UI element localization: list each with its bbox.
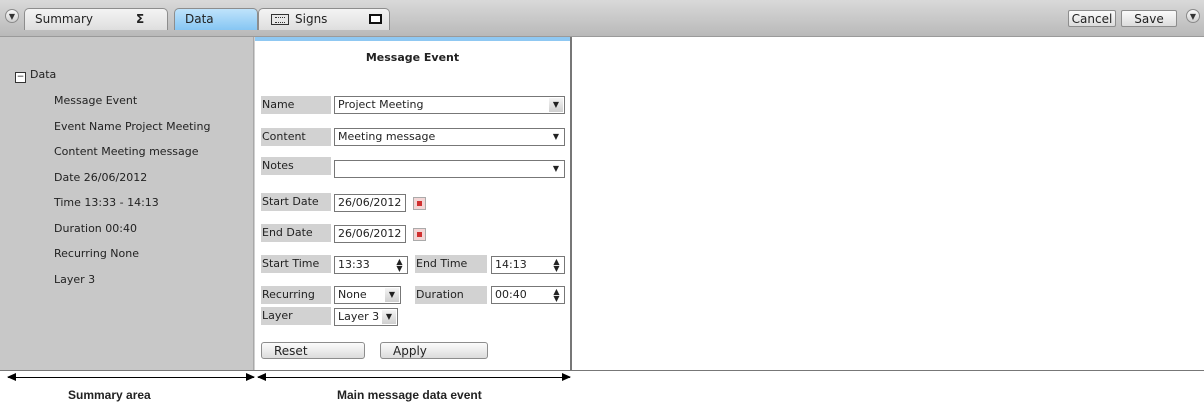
calendar-icon[interactable] [413,197,426,210]
spinner-arrows-icon[interactable]: ▲ ▼ [550,258,563,273]
options-chevron-down-icon[interactable]: ▼ [1186,9,1200,23]
summary-root-label: Data [30,68,57,81]
summary-item[interactable]: Duration 00:40 [54,222,210,248]
end-time-value: 14:13 [495,258,527,271]
apply-button[interactable]: Apply [380,342,488,359]
top-toolbar: ▼ Summary Σ Data Signs Cancel Save ▼ [0,0,1204,37]
name-label: Name [261,96,331,114]
main-area-arrow [257,373,571,381]
end-time-label: End Time [415,255,487,273]
end-date-input[interactable]: 26/06/2012 [334,225,406,243]
summary-item[interactable]: Layer 3 [54,273,210,299]
save-button[interactable]: Save [1121,10,1177,27]
calendar-icon[interactable] [413,228,426,241]
name-select[interactable]: Project Meeting ▼ [334,96,565,114]
tab-signs[interactable]: Signs [258,8,390,30]
summary-area-arrow [7,373,255,381]
summary-item[interactable]: Recurring None [54,247,210,273]
layer-select[interactable]: Layer 3 ▼ [334,308,398,326]
start-date-input[interactable]: 26/06/2012 [334,194,406,212]
summary-panel: − Data Message Event Event Name Project M… [0,37,254,370]
start-time-value: 13:33 [338,258,370,271]
name-value: Project Meeting [338,98,424,111]
summary-item[interactable]: Time 13:33 - 14:13 [54,196,210,222]
chevron-down-icon: ▼ [549,162,563,176]
notes-label: Notes [261,157,331,175]
start-time-stepper[interactable]: 13:33 ▲ ▼ [334,256,408,274]
main-area-caption: Main message data event [337,388,482,402]
message-event-panel: Message Event Name Project Meeting ▼ Con… [254,37,572,370]
duration-stepper[interactable]: 00:40 ▲ ▼ [491,286,565,304]
summary-area-caption: Summary area [68,388,151,402]
recurring-label: Recurring [261,286,331,304]
menu-chevron-down-icon[interactable]: ▼ [5,9,19,23]
summary-item[interactable]: Content Meeting message [54,145,210,171]
recurring-select[interactable]: None ▼ [334,286,401,304]
start-date-label: Start Date [261,193,331,211]
collapse-icon[interactable]: − [15,72,26,83]
tab-data[interactable]: Data [174,8,258,30]
cancel-button[interactable]: Cancel [1068,10,1116,27]
notes-select[interactable]: ▼ [334,160,565,178]
chevron-down-icon: ▼ [382,310,396,324]
summary-item[interactable]: Event Name Project Meeting [54,120,210,146]
summary-item[interactable]: Message Event [54,94,210,120]
reset-button[interactable]: Reset [261,342,365,359]
layer-value: Layer 3 [338,310,380,323]
panel-title: Message Event [365,51,460,64]
content-select[interactable]: Meeting message ▼ [334,128,565,146]
duration-label: Duration [415,286,487,304]
tab-summary-label: Summary [35,12,93,26]
sigma-icon: Σ [136,12,145,26]
layer-label: Layer [261,307,331,325]
panel-bottom-divider [0,370,1204,371]
tab-data-label: Data [185,12,214,26]
start-time-label: Start Time [261,255,331,273]
content-value: Meeting message [338,130,436,143]
keyboard-icon [271,14,289,25]
chevron-down-icon: ▼ [549,130,563,144]
tab-summary[interactable]: Summary Σ [24,8,168,30]
end-time-stepper[interactable]: 14:13 ▲ ▼ [491,256,565,274]
recurring-value: None [338,288,367,301]
chevron-down-icon: ▼ [385,288,399,302]
panel-accent-line [255,37,570,41]
end-date-label: End Date [261,224,331,242]
square-icon [369,14,382,24]
duration-value: 00:40 [495,288,527,301]
content-label: Content [261,128,331,146]
summary-list: Message Event Event Name Project Meeting… [54,94,210,298]
summary-item[interactable]: Date 26/06/2012 [54,171,210,197]
spinner-arrows-icon[interactable]: ▲ ▼ [550,288,563,303]
chevron-down-icon: ▼ [549,98,563,112]
tab-signs-label: Signs [295,12,328,26]
summary-tree-root: − Data [15,68,56,83]
spinner-arrows-icon[interactable]: ▲ ▼ [393,258,406,273]
